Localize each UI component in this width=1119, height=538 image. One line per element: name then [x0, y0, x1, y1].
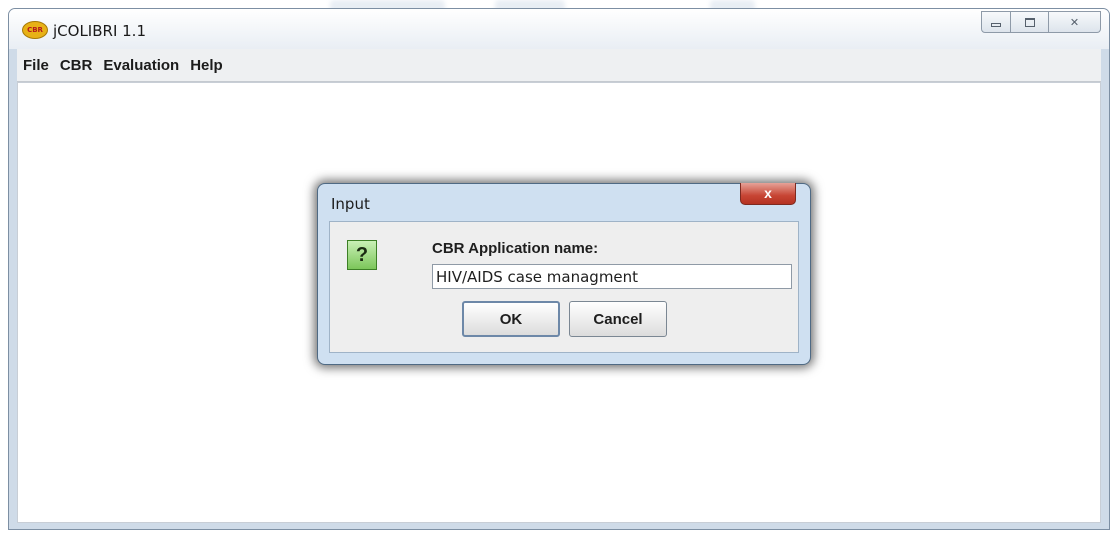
menu-file[interactable]: File — [20, 57, 57, 74]
question-icon: ? — [347, 240, 377, 270]
dialog-close-button[interactable]: x — [740, 183, 796, 205]
close-window-button[interactable]: ✕ — [1049, 11, 1101, 33]
ok-button[interactable]: OK — [462, 301, 560, 337]
menu-bar: File CBR Evaluation Help — [17, 49, 1101, 82]
minimize-button[interactable] — [981, 11, 1011, 33]
close-icon: ✕ — [1069, 15, 1080, 29]
close-icon: x — [764, 185, 772, 201]
dialog-body: ? CBR Application name: OK Cancel — [329, 221, 799, 353]
maximize-icon — [1024, 17, 1035, 27]
maximize-button[interactable] — [1011, 11, 1049, 33]
application-name-label: CBR Application name: — [432, 240, 599, 257]
menu-cbr[interactable]: CBR — [57, 57, 101, 74]
dialog-title: Input — [331, 195, 370, 213]
minimize-icon — [991, 22, 1001, 27]
menu-evaluation[interactable]: Evaluation — [100, 57, 187, 74]
window-title: jCOLIBRI 1.1 — [53, 22, 146, 40]
app-logo-icon: CBR — [22, 21, 48, 39]
input-dialog: Input x ? CBR Application name: OK Cance… — [317, 183, 811, 365]
cancel-button[interactable]: Cancel — [569, 301, 667, 337]
window-controls: ✕ — [981, 11, 1101, 33]
title-bar[interactable]: CBR jCOLIBRI 1.1 ✕ — [9, 9, 1109, 49]
menu-help[interactable]: Help — [187, 57, 231, 74]
application-name-input[interactable] — [432, 264, 792, 289]
